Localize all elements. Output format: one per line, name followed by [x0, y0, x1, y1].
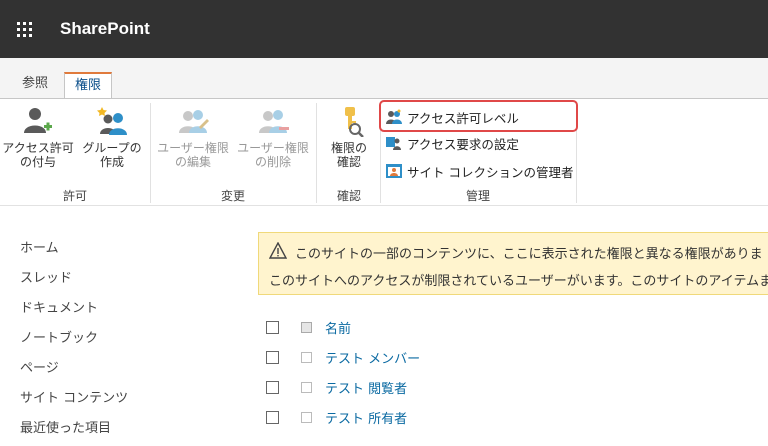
nav-item-recent[interactable]: 最近使った項目: [20, 414, 128, 444]
nav-item-notebook[interactable]: ノートブック: [20, 324, 128, 354]
list-item-link[interactable]: テスト メンバー: [325, 348, 420, 367]
nav-item-pages[interactable]: ページ: [20, 354, 128, 384]
waffle-icon[interactable]: [0, 0, 48, 58]
highlight-annotation: [379, 100, 578, 132]
warning-icon: [268, 241, 288, 260]
site-collection-admins-icon: [386, 163, 402, 179]
create-group-button[interactable]: グループの 作成: [78, 105, 146, 169]
nav-item-home[interactable]: ホーム: [20, 234, 128, 264]
left-navigation: ホーム スレッド ドキュメント ノートブック ページ サイト コンテンツ 最近使…: [20, 234, 128, 444]
create-group-label1: グループの: [82, 141, 142, 155]
app-name[interactable]: SharePoint: [60, 19, 150, 39]
site-collection-admins-label: サイト コレクションの管理者: [407, 164, 574, 180]
remove-permissions-label1: ユーザー権限: [237, 141, 309, 155]
remove-permissions-label2: の削除: [254, 155, 291, 169]
row-checkbox[interactable]: [266, 410, 279, 424]
check-permissions-label2: 確認: [336, 155, 361, 169]
remove-user-permissions-button[interactable]: ユーザー権限 の削除: [234, 105, 312, 169]
create-group-label2: 作成: [99, 155, 124, 169]
row-type-icon: [301, 411, 312, 423]
grant-permissions-label1: アクセス許可: [2, 141, 74, 155]
row-checkbox[interactable]: [266, 350, 279, 364]
group-label-modify: 変更: [220, 189, 245, 203]
group-label-manage: 管理: [465, 189, 490, 203]
group-separator: [316, 103, 317, 203]
ribbon-tabs: 参照 権限: [0, 58, 768, 99]
remove-permissions-icon: [257, 105, 289, 137]
select-all-checkbox[interactable]: [266, 320, 279, 334]
column-header-name[interactable]: 名前: [325, 318, 351, 337]
site-collection-administrators-button[interactable]: サイト コレクションの管理者: [386, 160, 573, 182]
grant-permissions-icon: [22, 105, 54, 137]
list-header-row: 名前: [266, 316, 666, 338]
nav-item-site-contents[interactable]: サイト コンテンツ: [20, 384, 128, 414]
list-item: テスト 所有者: [266, 406, 666, 428]
create-group-icon: [96, 105, 128, 137]
list-item: テスト 閲覧者: [266, 376, 666, 398]
edit-permissions-icon: [177, 105, 209, 137]
grant-permissions-button[interactable]: アクセス許可 の付与: [0, 105, 76, 169]
edit-permissions-label2: の編集: [174, 155, 211, 169]
list-item-link[interactable]: テスト 閲覧者: [325, 378, 407, 397]
tab-browse[interactable]: 参照: [14, 72, 56, 98]
group-label-grant: 許可: [62, 189, 87, 203]
check-permissions-label1: 権限の: [330, 141, 367, 155]
warning-banner: このサイトの一部のコンテンツに、ここに表示された権限と異なる権限がありま す こ…: [258, 232, 768, 295]
header-type-icon: [301, 321, 312, 333]
row-type-icon: [301, 381, 312, 393]
nav-item-documents[interactable]: ドキュメント: [20, 294, 128, 324]
row-type-icon: [301, 351, 312, 363]
warning-text-line2: このサイトへのアクセスが制限されているユーザーがいます。このサイトのアイテムまた…: [269, 274, 768, 289]
list-item-link[interactable]: テスト 所有者: [325, 408, 407, 427]
check-permissions-icon: [333, 105, 365, 138]
group-label-check: 確認: [336, 189, 361, 203]
access-request-settings-label: アクセス要求の設定: [407, 136, 519, 152]
check-permissions-button[interactable]: 権限の 確認: [320, 105, 378, 169]
group-separator: [150, 103, 151, 203]
warning-text-line1: このサイトの一部のコンテンツに、ここに表示された権限と異なる権限がありま す: [295, 247, 768, 262]
tab-permissions[interactable]: 権限: [64, 72, 113, 99]
edit-user-permissions-button[interactable]: ユーザー権限 の編集: [154, 105, 232, 169]
nav-item-threads[interactable]: スレッド: [20, 264, 128, 294]
row-checkbox[interactable]: [266, 380, 279, 394]
access-request-settings-button[interactable]: アクセス要求の設定: [386, 132, 519, 154]
grant-permissions-label2: の付与: [19, 155, 56, 169]
edit-permissions-label1: ユーザー権限: [157, 141, 229, 155]
access-request-settings-icon: [386, 135, 402, 151]
suite-bar: SharePoint: [0, 0, 768, 58]
list-item: テスト メンバー: [266, 346, 666, 368]
